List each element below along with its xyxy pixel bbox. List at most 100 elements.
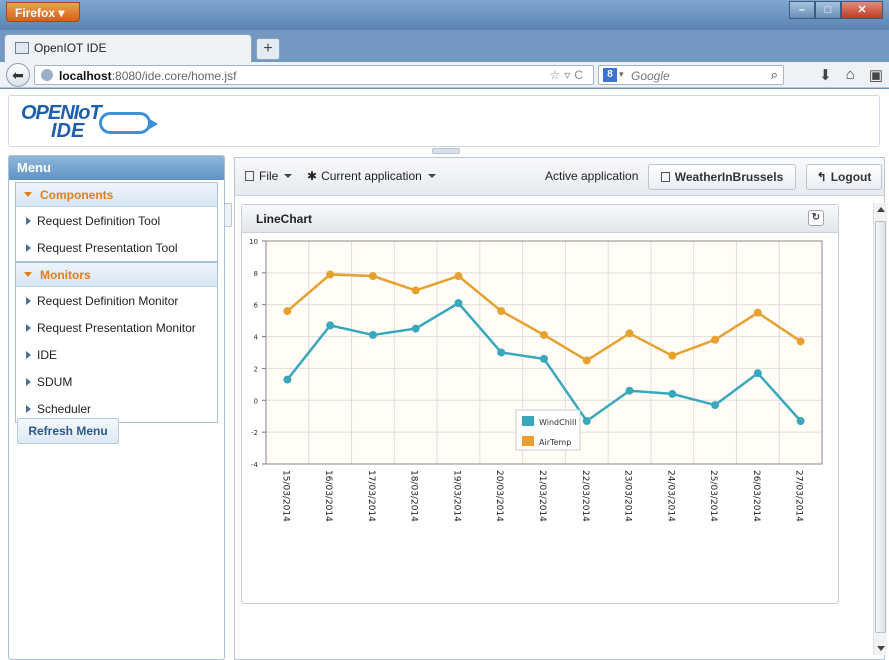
maximize-button[interactable]: □ xyxy=(815,1,841,19)
page-scrollbar[interactable] xyxy=(873,203,887,655)
back-arrow-icon: ⬅ xyxy=(12,67,24,83)
current-application-menu[interactable]: ✱ Current application xyxy=(307,169,436,183)
menu-item-request-presentation-tool[interactable]: Request Presentation Tool xyxy=(16,234,217,261)
scroll-up-icon[interactable] xyxy=(877,207,885,212)
downloads-icon[interactable]: ⬇ xyxy=(819,66,832,84)
url-bar[interactable]: localhost:8080/ide.core/home.jsf ☆▿C xyxy=(34,65,594,85)
linechart-header: LineChart ↻ xyxy=(242,205,838,233)
firefox-menu-button[interactable]: Firefox ▾ xyxy=(6,2,80,22)
new-tab-button[interactable]: + xyxy=(256,38,280,60)
y-tick-label: 10 xyxy=(249,238,258,246)
nav-tools: ⬇ ⌂ ▣ xyxy=(819,66,883,84)
scroll-thumb[interactable] xyxy=(875,221,886,633)
section-label: Components xyxy=(40,188,114,202)
menu-item-request-definition-tool[interactable]: Request Definition Tool xyxy=(16,207,217,234)
arrow-right-icon xyxy=(26,217,31,225)
expand-triangle-icon xyxy=(24,272,32,277)
home-icon[interactable]: ⌂ xyxy=(846,66,855,84)
data-point-airtemp xyxy=(411,286,420,295)
x-tick-label: 25/03/2014 xyxy=(708,470,718,522)
page-icon xyxy=(15,42,29,54)
menu-item-ide[interactable]: IDE xyxy=(16,341,217,368)
url-host: localhost xyxy=(59,69,112,83)
active-application-label: Active application xyxy=(545,169,639,183)
data-point-windchill xyxy=(411,324,420,333)
search-placeholder: Google xyxy=(631,69,670,83)
file-menu-label: File xyxy=(259,169,279,183)
x-tick-label: 22/03/2014 xyxy=(580,470,590,522)
window-controls: – □ ✕ xyxy=(789,1,883,19)
history-dropdown-icon[interactable]: ▿ xyxy=(564,68,574,82)
browser-tab[interactable]: OpenIOT IDE xyxy=(4,34,252,62)
linechart-panel: LineChart ↻ -4 -2 0 2 4 6 8 10 15/03/2014 16/03/2… xyxy=(241,204,839,604)
logout-button[interactable]: ↰ Logout xyxy=(806,164,882,190)
x-tick-label: 23/03/2014 xyxy=(623,470,633,522)
menu-item-sdum[interactable]: SDUM xyxy=(16,368,217,395)
scroll-down-icon[interactable] xyxy=(877,646,885,651)
menu-title: Menu xyxy=(9,156,224,180)
arrow-right-icon xyxy=(26,351,31,359)
menu-item-request-definition-monitor[interactable]: Request Definition Monitor xyxy=(16,287,217,314)
menu-item-label: IDE xyxy=(37,348,58,362)
addon-icon[interactable]: ▣ xyxy=(869,66,883,84)
x-tick-label: 16/03/2014 xyxy=(323,470,333,522)
search-bar[interactable]: 8 ▾ Google ⌕ xyxy=(598,65,784,85)
data-point-windchill xyxy=(753,369,762,378)
data-point-windchill xyxy=(283,375,292,384)
reload-icon[interactable]: C xyxy=(574,68,587,82)
data-point-airtemp xyxy=(454,272,463,281)
legend-swatch xyxy=(522,436,534,446)
app-icon xyxy=(660,172,670,182)
menu-collapse-handle[interactable] xyxy=(224,203,232,227)
header-collapse-handle[interactable] xyxy=(432,148,460,154)
y-tick-label: 8 xyxy=(254,270,258,278)
active-application-name: WeatherInBrussels xyxy=(674,170,784,184)
y-tick-label: -4 xyxy=(251,461,259,469)
legend-label: AirTemp xyxy=(539,438,571,447)
x-tick-label: 21/03/2014 xyxy=(537,470,547,522)
refresh-chart-icon[interactable]: ↻ xyxy=(808,210,824,226)
data-point-windchill xyxy=(454,299,463,308)
y-tick-label: 2 xyxy=(254,365,258,373)
data-point-windchill xyxy=(540,354,548,363)
x-tick-label: 20/03/2014 xyxy=(494,470,504,522)
legend-swatch xyxy=(522,416,534,426)
file-menu[interactable]: File xyxy=(245,169,293,183)
refresh-menu-button[interactable]: Refresh Menu xyxy=(17,418,119,444)
data-point-airtemp xyxy=(497,307,506,316)
logout-icon: ↰ xyxy=(816,170,827,184)
section-header-components[interactable]: Components xyxy=(16,183,217,207)
x-tick-label: 27/03/2014 xyxy=(794,470,804,522)
menu-item-request-presentation-monitor[interactable]: Request Presentation Monitor xyxy=(16,314,217,341)
url-text: localhost:8080/ide.core/home.jsf xyxy=(59,69,236,83)
data-point-airtemp xyxy=(368,272,377,281)
x-tick-label: 18/03/2014 xyxy=(409,470,419,522)
active-application-button[interactable]: WeatherInBrussels xyxy=(648,164,796,190)
data-point-windchill xyxy=(711,401,720,410)
close-window-button[interactable]: ✕ xyxy=(841,1,883,19)
chevron-down-icon xyxy=(427,174,436,178)
y-tick-label: 4 xyxy=(254,334,259,342)
minimize-button[interactable]: – xyxy=(789,1,815,19)
logo-swirl-icon xyxy=(99,112,158,134)
web-page: OPENIoT IDE Menu Components Request Defi… xyxy=(0,89,889,660)
main-content: File ✱ Current application Active applica… xyxy=(234,157,885,660)
search-icon[interactable]: ⌕ xyxy=(771,67,778,83)
google-icon[interactable]: 8 xyxy=(603,68,617,82)
section-header-monitors[interactable]: Monitors xyxy=(16,263,217,287)
back-button[interactable]: ⬅ xyxy=(6,63,30,87)
x-tick-label: 26/03/2014 xyxy=(751,470,761,522)
globe-icon xyxy=(41,69,53,81)
search-engine-dropdown-icon[interactable]: ▾ xyxy=(619,69,624,80)
bookmark-star-icon[interactable]: ☆ xyxy=(550,68,565,82)
arrow-right-icon xyxy=(26,378,31,386)
data-point-windchill xyxy=(625,386,634,395)
gear-icon: ✱ xyxy=(307,169,318,183)
y-tick-label: 6 xyxy=(254,302,259,310)
firefox-menu-label: Firefox xyxy=(15,6,56,20)
openiot-logo: OPENIoT IDE xyxy=(21,100,161,144)
window-titlebar: Firefox ▾ – □ ✕ xyxy=(0,0,889,30)
x-tick-label: 15/03/2014 xyxy=(280,470,290,522)
menu-item-label: Request Definition Monitor xyxy=(37,294,179,308)
data-point-windchill xyxy=(668,389,677,398)
